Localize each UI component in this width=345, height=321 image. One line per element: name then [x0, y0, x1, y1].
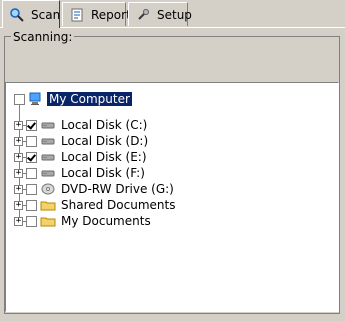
tree-item-label: Shared Documents	[61, 198, 176, 212]
scan-tree: My Computer + Local Disk (C:) + Local Di…	[6, 83, 338, 311]
tree-item-my-computer[interactable]: My Computer	[14, 91, 132, 107]
tree-item-checkbox[interactable]	[26, 119, 37, 131]
tree-item-checkbox[interactable]	[26, 135, 37, 147]
tab-scan[interactable]: Scan	[2, 0, 60, 28]
tree-item-label: DVD-RW Drive (G:)	[61, 182, 174, 196]
tree-expander[interactable]: +	[14, 136, 23, 146]
tree-expander[interactable]: +	[14, 152, 23, 162]
tree-item-local-disk-c[interactable]: + Local Disk (C:)	[14, 117, 149, 133]
folder-icon	[40, 213, 56, 229]
tree-item-local-disk-e[interactable]: + Local Disk (E:)	[14, 149, 149, 165]
tree-item-local-disk-f[interactable]: + Local Disk (F:)	[14, 165, 147, 181]
tab-scan-label: Scan	[31, 7, 61, 22]
tree-item-checkbox[interactable]	[26, 167, 37, 179]
tab-setup-label: Setup	[157, 7, 192, 22]
tree-expander[interactable]: +	[14, 120, 23, 130]
tree-item-checkbox[interactable]	[26, 183, 37, 195]
scanning-label: Scanning:	[11, 30, 75, 44]
scan-window: Scan Report Setup Scanning: My Computer …	[0, 0, 345, 321]
tab-report[interactable]: Report	[62, 2, 131, 26]
tree-item-dvd-rw-drive-g[interactable]: + DVD-RW Drive (G:)	[14, 181, 176, 197]
dvd-icon	[40, 181, 56, 197]
tree-item-label: Local Disk (C:)	[61, 118, 148, 132]
tree-item-local-disk-d[interactable]: + Local Disk (D:)	[14, 133, 150, 149]
tree-item-label: Local Disk (E:)	[61, 150, 147, 164]
tab-strip: Scan Report Setup	[0, 0, 345, 28]
report-icon	[69, 7, 85, 23]
scan-tree-panel: My Computer + Local Disk (C:) + Local Di…	[5, 82, 339, 312]
tab-report-label: Report	[91, 7, 131, 22]
tree-item-my-documents[interactable]: + My Documents	[14, 213, 153, 229]
tree-item-checkbox[interactable]	[26, 151, 37, 163]
tree-item-checkbox[interactable]	[14, 93, 25, 105]
tree-item-shared-documents[interactable]: + Shared Documents	[14, 197, 177, 213]
computer-icon	[28, 91, 44, 107]
disk-icon	[40, 133, 56, 149]
tree-expander[interactable]: +	[14, 216, 23, 226]
tree-item-checkbox[interactable]	[26, 199, 37, 211]
settings-icon	[135, 7, 151, 23]
tree-item-label: My Computer	[47, 92, 132, 106]
folder-icon	[40, 197, 56, 213]
disk-icon	[40, 165, 56, 181]
tree-item-checkbox[interactable]	[26, 215, 37, 227]
tree-expander[interactable]: +	[14, 200, 23, 210]
disk-icon	[40, 149, 56, 165]
disk-icon	[40, 117, 56, 133]
tree-item-label: My Documents	[61, 214, 151, 228]
tab-setup[interactable]: Setup	[128, 2, 192, 26]
tree-item-label: Local Disk (D:)	[61, 134, 149, 148]
tree-expander[interactable]: +	[14, 184, 23, 194]
tree-expander[interactable]: +	[14, 168, 23, 178]
tree-item-label: Local Disk (F:)	[61, 166, 145, 180]
search-icon	[9, 7, 25, 23]
